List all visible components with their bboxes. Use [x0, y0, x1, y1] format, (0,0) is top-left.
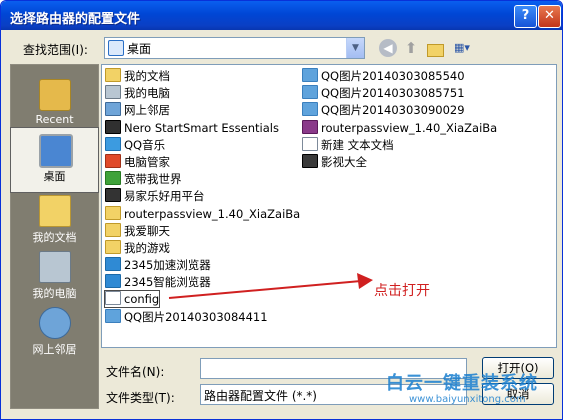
filetype-label: 文件类型(T): [106, 391, 175, 405]
filename-label: 文件名(N): [106, 365, 165, 379]
watermark-text: 白云一键重装系统 [386, 373, 538, 394]
open-file-dialog: 选择路由器的配置文件 ? ✕ 查找范围(I): 桌面 ▼ ◀ ⬆ ▦▾ Rece… [0, 0, 563, 420]
filetype-value: 路由器配置文件 (*.*) [204, 389, 317, 403]
watermark-url: www.baiyunxitong.com [409, 394, 526, 405]
annotation-text: 点击打开 [374, 283, 430, 299]
